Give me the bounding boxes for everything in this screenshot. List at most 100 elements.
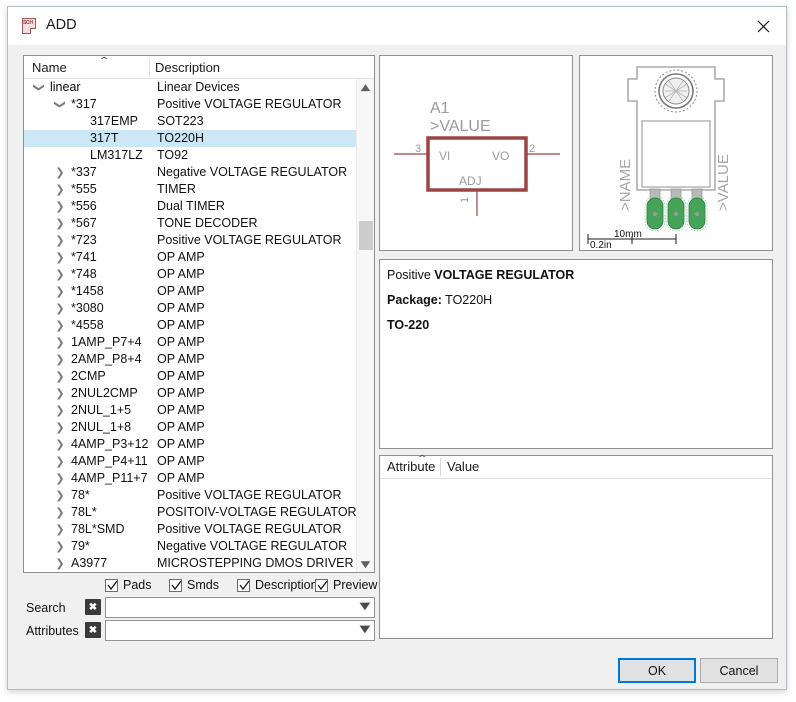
checkbox-pads[interactable]: Pads	[105, 578, 152, 592]
tree-row[interactable]: 317T TO220H	[24, 130, 357, 147]
tree-row[interactable]: ❯ *723 Positive VOLTAGE REGULATOR	[24, 232, 357, 249]
tree-scrollbar[interactable]: ▲ ▼	[354, 79, 374, 572]
scroll-up-icon[interactable]: ▲	[354, 79, 374, 96]
chevron-right-icon[interactable]: ❯	[53, 249, 67, 266]
tree-row-description: TIMER	[157, 182, 196, 196]
chevron-right-icon[interactable]: ❯	[53, 504, 67, 521]
checkbox-description-box[interactable]	[237, 578, 250, 592]
chevron-right-icon[interactable]: ❯	[53, 317, 67, 334]
column-header-name[interactable]: Name ⌃	[32, 56, 110, 75]
tree-row[interactable]: ❯ 78* Positive VOLTAGE REGULATOR	[24, 487, 357, 504]
tree-row[interactable]: ❯ *337 Negative VOLTAGE REGULATOR	[24, 164, 357, 181]
search-input[interactable]	[110, 600, 354, 617]
tree-row-name: *317	[71, 97, 97, 111]
svg-text:10mm: 10mm	[614, 229, 642, 240]
cancel-button[interactable]: Cancel	[700, 658, 778, 683]
chevron-right-icon[interactable]: ❯	[53, 266, 67, 283]
search-combo[interactable]: ▼	[105, 597, 375, 618]
tree-row[interactable]: ❯ *567 TONE DECODER	[24, 215, 357, 232]
device-tree-list[interactable]: ❯ linear Linear Devices ❯ *317 Positive VOLTA…	[24, 79, 357, 572]
tree-row[interactable]: ❯ 2NUL_1+8 OP AMP	[24, 419, 357, 436]
checkbox-description[interactable]: Description	[237, 578, 318, 592]
clear-x-icon[interactable]: ✖	[85, 622, 101, 638]
chevron-right-icon[interactable]: ❯	[53, 232, 67, 249]
tree-row-name: *741	[71, 250, 97, 264]
chevron-right-icon[interactable]: ❯	[53, 283, 67, 300]
chevron-right-icon[interactable]: ❯	[53, 419, 67, 436]
tree-row[interactable]: ❯ 4AMP_P3+12 OP AMP	[24, 436, 357, 453]
tree-row-description: OP AMP	[157, 386, 205, 400]
tree-row[interactable]: ❯ 2CMP OP AMP	[24, 368, 357, 385]
tree-row-name: *723	[71, 233, 97, 247]
clear-x-icon[interactable]: ✖	[85, 599, 101, 615]
checkbox-smds-box[interactable]	[169, 578, 182, 592]
attributes-table-panel[interactable]: Attribute ⌃ Value	[379, 454, 773, 639]
chevron-right-icon[interactable]: ❯	[53, 538, 67, 555]
checkbox-preview[interactable]: Preview	[315, 578, 377, 592]
chevron-right-icon[interactable]: ❯	[53, 453, 67, 470]
tree-row[interactable]: ❯ *555 TIMER	[24, 181, 357, 198]
tree-row[interactable]: ❯ *556 Dual TIMER	[24, 198, 357, 215]
checkbox-pads-box[interactable]	[105, 578, 118, 592]
chevron-down-icon[interactable]: ▼	[360, 624, 371, 635]
column-header-attribute[interactable]: Attribute ⌃	[387, 454, 435, 474]
chevron-right-icon[interactable]: ❯	[53, 368, 67, 385]
tree-row[interactable]: ❯ 4AMP_P11+7 OP AMP	[24, 470, 357, 487]
tree-row[interactable]: ❯ *4558 OP AMP	[24, 317, 357, 334]
symbol-preview-panel[interactable]: A1 >VALUE 3 2 1 VI VO ADJ	[379, 55, 573, 251]
chevron-down-icon[interactable]: ▼	[360, 601, 371, 612]
chevron-right-icon[interactable]: ❯	[53, 334, 67, 351]
chevron-right-icon[interactable]: ❯	[53, 198, 67, 215]
chevron-right-icon[interactable]: ❯	[53, 521, 67, 538]
chevron-right-icon[interactable]: ❯	[53, 470, 67, 487]
tree-row[interactable]: ❯ A3977 MICROSTEPPING DMOS DRIVER WI...	[24, 555, 357, 572]
column-header-description[interactable]: Description	[155, 60, 220, 75]
chevron-right-icon[interactable]: ❯	[53, 300, 67, 317]
checkbox-preview-box[interactable]	[315, 578, 328, 592]
svg-text:A1: A1	[430, 100, 450, 117]
tree-row[interactable]: ❯ 78L*SMD Positive VOLTAGE REGULATOR	[24, 521, 357, 538]
description-package-label: Package:	[387, 293, 442, 307]
chevron-right-icon[interactable]: ❯	[53, 181, 67, 198]
scrollbar-thumb[interactable]	[359, 221, 373, 250]
tree-row-name: 2NUL_1+8	[71, 420, 132, 434]
attributes-filter-combo[interactable]: ▼	[105, 620, 375, 641]
tree-row[interactable]: ❯ linear Linear Devices	[24, 79, 357, 96]
chevron-right-icon[interactable]: ❯	[53, 487, 67, 504]
chevron-down-icon[interactable]: ❯	[52, 98, 69, 112]
close-icon[interactable]	[740, 7, 786, 45]
chevron-right-icon[interactable]: ❯	[53, 164, 67, 181]
chevron-right-icon[interactable]: ❯	[53, 385, 67, 402]
tree-row[interactable]: ❯ 4AMP_P4+11 OP AMP	[24, 453, 357, 470]
chevron-right-icon[interactable]: ❯	[53, 436, 67, 453]
tree-row[interactable]: ❯ 78L* POSITOIV-VOLTAGE REGULATORS	[24, 504, 357, 521]
tree-row[interactable]: ❯ 2NUL2CMP OP AMP	[24, 385, 357, 402]
tree-row[interactable]: ❯ *748 OP AMP	[24, 266, 357, 283]
tree-row-name: 78L*SMD	[71, 522, 125, 536]
chevron-right-icon[interactable]: ❯	[53, 402, 67, 419]
chevron-right-icon[interactable]: ❯	[53, 555, 67, 572]
attributes-filter-input[interactable]	[110, 623, 354, 640]
chevron-right-icon[interactable]: ❯	[53, 215, 67, 232]
tree-row-name: *748	[71, 267, 97, 281]
tree-row-description: Linear Devices	[157, 80, 240, 94]
tree-row[interactable]: ❯ *3080 OP AMP	[24, 300, 357, 317]
tree-row-description: TO220H	[157, 131, 205, 145]
column-header-value[interactable]: Value	[447, 459, 479, 474]
tree-row[interactable]: ❯ 2AMP_P8+4 OP AMP	[24, 351, 357, 368]
chevron-down-icon[interactable]: ❯	[31, 81, 48, 95]
tree-row[interactable]: ❯ *1458 OP AMP	[24, 283, 357, 300]
package-preview-panel[interactable]: >NAME >VALUE 10mm 0.2in	[579, 55, 773, 251]
tree-row[interactable]: ❯ 2NUL_1+5 OP AMP	[24, 402, 357, 419]
checkbox-smds[interactable]: Smds	[169, 578, 219, 592]
tree-row[interactable]: ❯ *741 OP AMP	[24, 249, 357, 266]
chevron-right-icon[interactable]: ❯	[53, 351, 67, 368]
tree-row-name: 317T	[90, 131, 119, 145]
ok-button[interactable]: OK	[618, 658, 696, 683]
scroll-down-icon[interactable]: ▼	[354, 556, 374, 572]
tree-row[interactable]: LM317LZ TO92	[24, 147, 357, 164]
tree-row[interactable]: 317EMP SOT223	[24, 113, 357, 130]
tree-row[interactable]: ❯ *317 Positive VOLTAGE REGULATOR	[24, 96, 357, 113]
tree-row[interactable]: ❯ 79* Negative VOLTAGE REGULATOR	[24, 538, 357, 555]
tree-row[interactable]: ❯ 1AMP_P7+4 OP AMP	[24, 334, 357, 351]
